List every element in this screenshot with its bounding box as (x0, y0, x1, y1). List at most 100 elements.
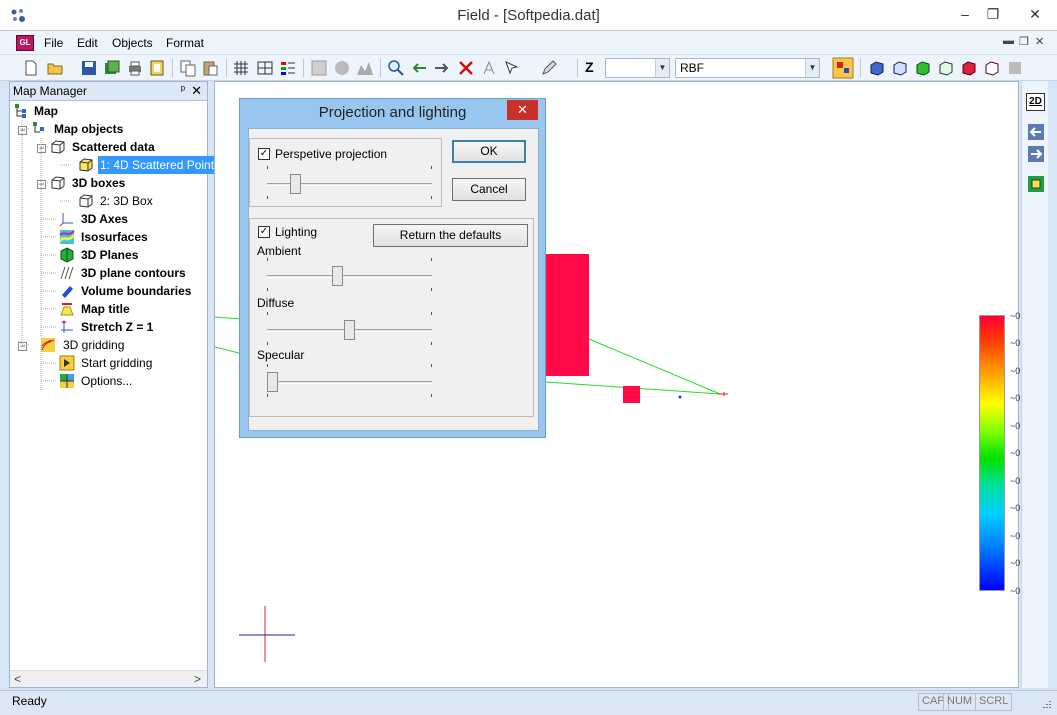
cube-outline-icon[interactable] (937, 59, 955, 77)
paste-icon[interactable] (201, 59, 219, 77)
cube-green-icon[interactable] (914, 59, 932, 77)
window-title: Field - [Softpedia.dat] (457, 7, 600, 24)
slider-tick (267, 258, 268, 261)
tree-item-map[interactable]: Map (14, 102, 204, 120)
tree-item-3d-plane-contours[interactable]: 3D plane contours (59, 264, 209, 282)
scene-edge-line (588, 338, 721, 395)
slider-thumb[interactable] (267, 372, 278, 392)
cube-blue-icon[interactable] (868, 59, 886, 77)
tree-item-start-gridding[interactable]: Start gridding (59, 354, 199, 372)
tree-item-3d-axes[interactable]: 3D Axes (59, 210, 199, 228)
minimize-button[interactable]: – (951, 0, 979, 31)
slider-tick (431, 196, 432, 199)
text-tool-icon[interactable] (480, 59, 498, 77)
arrow-right-icon[interactable] (433, 59, 451, 77)
start-gridding-icon (59, 355, 75, 371)
tree-item-volume-boundaries[interactable]: Volume boundaries (59, 282, 209, 300)
zoom-icon[interactable] (387, 59, 405, 77)
new-file-icon[interactable] (22, 59, 40, 77)
cancel-button[interactable]: Cancel (452, 178, 526, 201)
tree-item-map-objects[interactable]: Map objects (32, 120, 202, 138)
ambient-slider[interactable] (267, 258, 432, 291)
close-panel-icon[interactable]: ✕ (191, 83, 202, 99)
toolbar-separator (380, 59, 381, 77)
collapse-icon[interactable]: − (18, 342, 27, 351)
return-defaults-button[interactable]: Return the defaults (373, 224, 528, 247)
document-gl-icon[interactable]: GL (16, 35, 34, 51)
pointer-tool-icon[interactable] (503, 59, 521, 77)
tree-item-3d-boxes[interactable]: 3D boxes (50, 174, 205, 192)
tree-label: Stretch Z = 1 (81, 320, 154, 334)
cube-light-icon[interactable] (891, 59, 909, 77)
horizontal-scrollbar[interactable]: < > (10, 670, 207, 687)
slider-thumb[interactable] (290, 174, 301, 194)
open-folder-icon[interactable] (46, 59, 64, 77)
collapse-icon[interactable]: − (37, 144, 46, 153)
save-icon[interactable] (80, 59, 98, 77)
mdi-restore-button[interactable]: ❐ (1019, 35, 1029, 48)
collapse-icon[interactable]: − (37, 180, 46, 189)
rotate-right-icon[interactable] (1027, 145, 1045, 163)
tree-item-3d-box[interactable]: 2: 3D Box (78, 192, 198, 210)
perspective-label: Perspetive projection (275, 147, 388, 161)
arrow-left-icon[interactable] (410, 59, 428, 77)
menu-format[interactable]: Format (166, 36, 204, 50)
print-icon[interactable] (126, 59, 144, 77)
diffuse-label: Diffuse (257, 296, 295, 310)
perspective-checkbox[interactable]: ✓ (258, 148, 270, 160)
resize-grip-icon[interactable] (1040, 699, 1052, 711)
tree-item-3d-gridding[interactable]: 3D gridding (32, 336, 202, 354)
cube-red-icon[interactable] (960, 59, 978, 77)
delete-object-icon[interactable] (457, 59, 475, 77)
menu-objects[interactable]: Objects (112, 36, 153, 50)
perspective-slider[interactable] (267, 166, 432, 199)
export-page-icon[interactable] (148, 59, 166, 77)
diffuse-slider[interactable] (267, 312, 432, 345)
box-cube-icon (79, 194, 93, 208)
rotate-left-icon[interactable] (1027, 123, 1045, 141)
tree-item-isosurfaces[interactable]: Isosurfaces (59, 228, 199, 246)
mdi-minimize-button[interactable]: ▬ (1003, 35, 1014, 47)
cube-white-icon[interactable] (983, 59, 1001, 77)
scroll-left-icon[interactable]: < (14, 672, 21, 686)
pencil-tool-icon[interactable] (540, 59, 558, 77)
tree-item-3d-planes[interactable]: 3D Planes (59, 246, 199, 264)
specular-slider[interactable] (267, 364, 432, 397)
chevron-down-icon[interactable]: ▼ (655, 59, 669, 77)
lighting-checkbox[interactable]: ✓ (258, 226, 270, 238)
tree-label: Map objects (54, 122, 124, 136)
legend-colors-icon[interactable] (279, 59, 297, 77)
mdi-close-button[interactable]: ✕ (1035, 35, 1044, 48)
slider-thumb[interactable] (344, 320, 355, 340)
pin-icon[interactable]: ᵖ (181, 84, 185, 96)
scroll-right-icon[interactable]: > (194, 672, 201, 686)
surface-disabled-icon[interactable] (356, 59, 374, 77)
fit-view-icon[interactable] (1027, 175, 1045, 193)
close-window-button[interactable]: ✕ (1013, 0, 1057, 31)
copy-icon[interactable] (179, 59, 197, 77)
disabled-square-icon[interactable] (1006, 59, 1024, 77)
interpolation-map-icon[interactable] (832, 57, 854, 79)
tree-item-scattered-data[interactable]: Scattered data (50, 138, 205, 156)
method-combo[interactable]: RBF ▼ (675, 58, 820, 78)
chevron-down-icon[interactable]: ▼ (805, 59, 819, 77)
z-combo[interactable]: ▼ (605, 58, 670, 78)
ok-button[interactable]: OK (452, 140, 526, 163)
menu-edit[interactable]: Edit (77, 36, 98, 50)
tree-item-options[interactable]: Options... (59, 372, 199, 390)
grid-layout-icon[interactable] (256, 59, 274, 77)
restore-button[interactable]: ❐ (979, 0, 1007, 31)
grid-icon[interactable] (232, 59, 250, 77)
frame-disabled-icon[interactable] (310, 59, 328, 77)
view-2d-button[interactable]: 2D (1026, 93, 1045, 111)
3d-disabled-icon[interactable] (333, 59, 351, 77)
collapse-icon[interactable]: − (18, 126, 27, 135)
right-toolbar: 2D (1021, 81, 1048, 688)
tree-item-stretch-z[interactable]: Stretch Z = 1 (59, 318, 199, 336)
slider-thumb[interactable] (332, 266, 343, 286)
dialog-close-button[interactable]: ✕ (507, 100, 538, 120)
tree-item-map-title[interactable]: Map title (59, 300, 199, 318)
menu-file[interactable]: File (44, 36, 63, 50)
save-all-icon[interactable] (103, 59, 121, 77)
tree-item-4d-scattered-points[interactable]: 1: 4D Scattered Points (78, 156, 223, 174)
